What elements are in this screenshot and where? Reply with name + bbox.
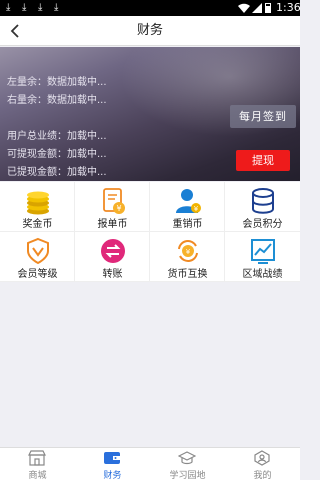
grid-item-label: 区域战绩 bbox=[242, 269, 283, 280]
document-coin-icon: ¥ bbox=[103, 188, 125, 214]
withdrawn-amount-text: 已提现金额：加载中... bbox=[7, 167, 107, 178]
monthly-checkin-button[interactable]: 每月签到 bbox=[230, 105, 296, 128]
grid-item-label: 报单币 bbox=[97, 219, 128, 230]
grid-item-order-coin[interactable]: ¥ 报单币 bbox=[75, 182, 150, 232]
total-performance-text: 用户总业绩：加载中... bbox=[7, 131, 107, 142]
grid-item-label: 重销币 bbox=[172, 219, 203, 230]
tab-store[interactable]: 商城 bbox=[0, 448, 75, 480]
left-balance-text: 左量余：数据加载中... bbox=[7, 77, 107, 88]
signal-icon bbox=[252, 3, 262, 13]
wifi-icon bbox=[238, 3, 250, 13]
user-coin-icon: ¥ bbox=[176, 189, 201, 213]
tab-label: 我的 bbox=[253, 471, 272, 480]
coins-icon bbox=[27, 191, 49, 215]
svg-text:¥: ¥ bbox=[194, 205, 199, 213]
grid-item-member-points[interactable]: 会员积分 bbox=[225, 182, 300, 232]
finance-function-grid: 奖金币 ¥ 报单币 ¥ 重销币 会员积分 会员等级 转账 ¥ 货币互换 区域战绩 bbox=[0, 182, 300, 282]
grid-item-bonus-coin[interactable]: 奖金币 bbox=[0, 182, 75, 232]
chevron-left-icon[interactable] bbox=[6, 21, 26, 41]
tab-label: 商城 bbox=[28, 471, 47, 480]
svg-text:¥: ¥ bbox=[186, 248, 191, 256]
account-summary-banner: 左量余：数据加载中... 右量余：数据加载中... 用户总业绩：加载中... 可… bbox=[0, 47, 300, 181]
shield-v-icon bbox=[27, 237, 49, 265]
grid-item-label: 货币互换 bbox=[167, 269, 208, 280]
exchange-icon: ¥ bbox=[178, 240, 198, 262]
profile-icon bbox=[254, 450, 270, 466]
wallet-icon bbox=[104, 452, 120, 464]
transfer-icon bbox=[101, 239, 125, 263]
grid-item-transfer[interactable]: 转账 bbox=[75, 232, 150, 282]
header-bar: 财务 bbox=[0, 16, 300, 46]
right-balance-text: 右量余：数据加载中... bbox=[7, 95, 107, 106]
grid-item-currency-exchange[interactable]: ¥ 货币互换 bbox=[150, 232, 225, 282]
battery-icon bbox=[265, 3, 271, 13]
status-bar: ⤓ ⤓ ⤓ ⤓ 1:36 bbox=[0, 0, 301, 16]
chart-icon bbox=[251, 239, 275, 264]
download-icon: ⤓ bbox=[22, 2, 27, 13]
store-icon bbox=[28, 450, 46, 466]
download-icon: ⤓ bbox=[54, 2, 59, 13]
tab-label: 财务 bbox=[103, 471, 122, 480]
clock: 1:36 bbox=[276, 1, 301, 14]
grid-item-label: 会员等级 bbox=[17, 269, 58, 280]
grid-item-label: 会员积分 bbox=[242, 219, 283, 230]
tab-finance[interactable]: 财务 bbox=[75, 448, 150, 480]
grid-item-label: 奖金币 bbox=[22, 219, 53, 230]
tab-learning[interactable]: 学习园地 bbox=[150, 448, 225, 480]
bottom-tab-bar: 商城 财务 学习园地 我的 bbox=[0, 447, 300, 480]
page-title: 财务 bbox=[136, 23, 163, 38]
withdrawable-amount-text: 可提现金额：加载中... bbox=[7, 149, 107, 160]
download-icon: ⤓ bbox=[38, 2, 43, 13]
withdraw-button[interactable]: 提现 bbox=[236, 150, 290, 171]
grid-item-resale-coin[interactable]: ¥ 重销币 bbox=[150, 182, 225, 232]
graduation-cap-icon bbox=[178, 451, 196, 465]
grid-item-regional-performance[interactable]: 区域战绩 bbox=[225, 232, 300, 282]
database-icon bbox=[252, 188, 274, 214]
svg-text:¥: ¥ bbox=[116, 204, 121, 213]
tab-label: 学习园地 bbox=[169, 471, 206, 480]
grid-item-member-level[interactable]: 会员等级 bbox=[0, 232, 75, 282]
grid-item-label: 转账 bbox=[102, 269, 123, 280]
tab-mine[interactable]: 我的 bbox=[225, 448, 300, 480]
download-icon: ⤓ bbox=[6, 2, 11, 13]
